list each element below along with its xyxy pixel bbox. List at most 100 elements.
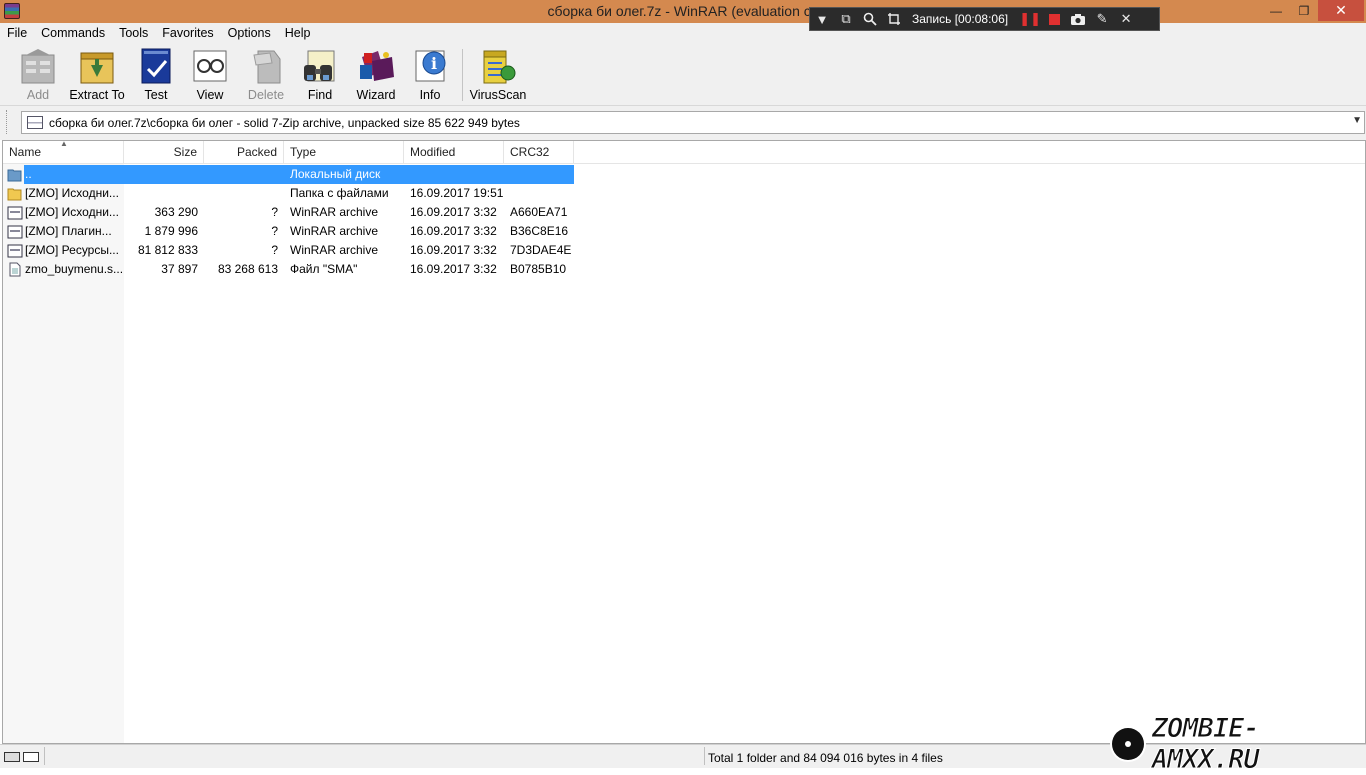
menu-favorites[interactable]: Favorites (155, 26, 220, 40)
file-icon (9, 262, 21, 277)
wizard-button[interactable]: Wizard (348, 47, 404, 103)
close-icon[interactable]: ✕ (1114, 8, 1138, 30)
file-type: Папка с файлами (290, 186, 389, 200)
path-combobox[interactable]: сборка би олег.7z\сборка би олег - solid… (21, 111, 1365, 134)
stop-icon[interactable] (1042, 8, 1066, 30)
file-name: [ZMO] Исходни... (25, 205, 119, 219)
address-grip[interactable] (6, 110, 9, 134)
table-row[interactable]: [ZMO] Исходни... Папка с файлами 16.09.2… (3, 184, 574, 203)
delete-button[interactable]: Delete (238, 47, 294, 103)
recording-timer: Запись [00:08:06] (912, 12, 1009, 26)
radiation-icon (1110, 726, 1146, 762)
file-crc: B36C8E16 (510, 224, 569, 238)
add-icon (21, 49, 55, 84)
column-header-size[interactable]: Size (124, 141, 204, 164)
column-header-name[interactable]: Name ▲ (3, 139, 124, 164)
file-packed: ? (271, 205, 278, 219)
extract-to-button[interactable]: Extract To (68, 47, 126, 103)
pen-icon[interactable]: ✎ (1090, 8, 1114, 30)
table-row[interactable]: [ZMO] Ресурсы... 81 812 833 ? WinRAR arc… (3, 241, 574, 260)
column-header-type[interactable]: Type (284, 141, 404, 164)
view-button[interactable]: View (182, 47, 238, 103)
file-name: [ZMO] Исходни... (25, 186, 119, 200)
column-header-modified[interactable]: Modified (404, 141, 504, 164)
folder-icon (7, 188, 22, 201)
key-icon[interactable] (23, 752, 39, 762)
add-label: Add (26, 88, 50, 102)
file-type: WinRAR archive (290, 224, 379, 238)
file-size: 363 290 (154, 205, 198, 219)
file-crc: A660EA71 (510, 205, 568, 219)
archive-icon (7, 206, 23, 220)
file-modified: 16.09.2017 3:32 (410, 243, 497, 257)
file-packed: ? (271, 224, 278, 238)
add-button[interactable]: Add (10, 47, 66, 103)
file-modified: 16.09.2017 3:32 (410, 262, 497, 276)
file-size: 1 879 996 (144, 224, 198, 238)
table-row[interactable]: [ZMO] Исходни... 363 290 ? WinRAR archiv… (3, 203, 574, 222)
find-icon (304, 50, 335, 82)
file-modified: 16.09.2017 19:51 (410, 186, 504, 200)
table-row[interactable]: [ZMO] Плагин... 1 879 996 ? WinRAR archi… (3, 222, 574, 241)
title-bar: сборка би олег.7z - WinRAR (evaluation c… (0, 0, 1366, 23)
file-size (124, 165, 198, 184)
archive-icon (7, 225, 23, 239)
file-type: Файл "SMA" (290, 262, 358, 276)
camera-icon[interactable] (1066, 8, 1090, 30)
menu-help[interactable]: Help (278, 26, 318, 40)
info-button[interactable]: i Info (402, 47, 458, 103)
menu-bar: File Commands Tools Favorites Options He… (0, 23, 1366, 43)
menu-file[interactable]: File (0, 26, 34, 40)
pause-icon[interactable]: ❚❚ (1018, 8, 1042, 30)
column-header-packed[interactable]: Packed (204, 141, 284, 164)
file-type: WinRAR archive (290, 205, 379, 219)
file-crc (510, 184, 574, 203)
virusscan-icon (483, 50, 516, 84)
maximize-button[interactable]: ❐ (1290, 0, 1318, 21)
status-summary: Total 1 folder and 84 094 016 bytes in 4… (708, 751, 943, 765)
file-packed (204, 165, 278, 184)
toolbar: Add Extract To Test View Delete Find Wiz… (0, 43, 1366, 106)
file-crc (510, 165, 574, 184)
test-button[interactable]: Test (128, 47, 184, 103)
extract-icon (80, 52, 114, 84)
test-icon (141, 48, 171, 84)
virusscan-button[interactable]: VirusScan (468, 47, 528, 103)
column-name-label: Name (9, 145, 42, 159)
column-header-crc32[interactable]: CRC32 (504, 141, 574, 164)
file-type: WinRAR archive (290, 243, 379, 257)
file-size: 37 897 (161, 262, 198, 276)
toolbar-separator (462, 49, 463, 101)
table-row-parent[interactable]: .. Локальный диск (3, 165, 574, 184)
menu-options[interactable]: Options (221, 26, 278, 40)
file-modified: 16.09.2017 3:32 (410, 224, 497, 238)
chevron-down-icon[interactable]: ▼ (810, 8, 834, 30)
file-name: .. (25, 167, 32, 181)
close-button[interactable]: ✕ (1318, 0, 1364, 21)
file-name: [ZMO] Ресурсы... (25, 243, 119, 257)
menu-commands[interactable]: Commands (34, 26, 112, 40)
status-divider (44, 747, 45, 765)
file-list[interactable]: Name ▲ Size Packed Type Modified CRC32 .… (2, 139, 1366, 744)
find-button[interactable]: Find (292, 47, 348, 103)
archive-path: сборка би олег.7z\сборка би олег - solid… (49, 115, 520, 130)
file-name: zmo_buymenu.s... (25, 262, 124, 276)
address-bar: сборка би олег.7z\сборка би олег - solid… (0, 106, 1366, 140)
watermark: ZOMBIE-AMXX.RU (1110, 713, 1364, 775)
chevron-down-icon[interactable]: ▼ (1352, 115, 1362, 126)
archive-icon (7, 244, 23, 258)
info-label: Info (419, 88, 441, 102)
sort-ascending-icon: ▲ (60, 139, 68, 148)
window-mode-icon[interactable]: ⧉ (834, 8, 858, 30)
menu-tools[interactable]: Tools (112, 26, 155, 40)
file-crc: B0785B10 (510, 262, 567, 276)
drive-icon[interactable] (4, 752, 20, 762)
search-icon[interactable] (858, 8, 882, 30)
crop-icon[interactable] (882, 8, 906, 30)
table-row[interactable]: zmo_buymenu.s... 37 897 83 268 613 Файл … (3, 260, 574, 279)
virusscan-label: VirusScan (469, 88, 527, 102)
info-icon: i (415, 50, 446, 82)
up-folder-icon (7, 169, 22, 182)
minimize-button[interactable]: — (1262, 0, 1290, 21)
file-crc: 7D3DAE4E (510, 243, 572, 257)
